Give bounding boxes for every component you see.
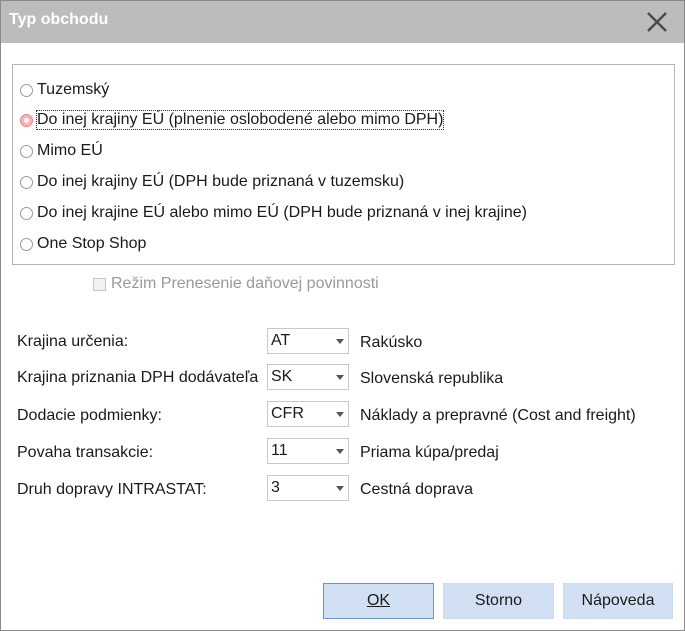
chevron-down-icon [336,449,344,454]
chevron-down-icon [336,339,344,344]
close-button[interactable] [642,7,672,37]
radio-button[interactable] [20,175,33,189]
transport-mode-name: Cestná doprava [360,481,473,498]
dialog-title: Typ obchodu [9,11,109,28]
select-value: CFR [271,405,304,422]
transaction-nature-name: Priama kúpa/predaj [360,444,499,461]
vat-country-select[interactable]: SK [267,364,349,390]
radio-eu-domestic-vat[interactable]: Do inej krajiny EÚ (DPH bude priznaná v … [20,171,404,193]
radio-other-country-vat[interactable]: Do inej krajine EÚ alebo mimo EÚ (DPH bu… [20,202,527,224]
transport-mode-select[interactable]: 3 [267,475,349,501]
delivery-terms-label: Dodacie podmienky: [17,407,162,424]
destination-country-name: Rakúsko [360,334,423,351]
transport-mode-label: Druh dopravy INTRASTAT: [17,481,207,498]
radio-one-stop-shop[interactable]: One Stop Shop [20,233,146,255]
chevron-down-icon [336,412,344,417]
ok-button-label: OK [366,592,391,609]
radio-label: Tuzemský [37,81,110,98]
radio-button[interactable] [20,206,33,220]
trade-type-group: Tuzemský Do inej krajiny EÚ (plnenie osl… [12,64,675,265]
destination-country-select[interactable]: AT [267,328,349,354]
radio-eu-exempt[interactable]: Do inej krajiny EÚ (plnenie oslobodené a… [20,109,445,131]
help-button-label: Nápoveda [581,592,655,609]
chevron-down-icon [336,375,344,380]
select-value: AT [271,332,291,349]
trade-type-dialog: Typ obchodu Tuzemský Do inej krajiny EÚ … [0,0,685,631]
radio-label: Do inej krajine EÚ alebo mimo EÚ (DPH bu… [37,204,527,221]
transaction-nature-label: Povaha transakcie: [17,444,154,461]
title-bar: Typ obchodu [1,1,684,43]
cancel-button[interactable]: Storno [443,583,554,619]
radio-domestic[interactable]: Tuzemský [20,79,109,101]
select-value: 11 [271,442,288,459]
reverse-charge-checkbox[interactable]: Režim Prenesenie daňovej povinnosti [93,275,379,293]
chevron-down-icon [336,486,344,491]
radio-label: Mimo EÚ [37,142,103,159]
radio-outside-eu[interactable]: Mimo EÚ [20,140,103,162]
radio-button-selected[interactable] [20,113,33,127]
radio-button[interactable] [20,144,33,158]
help-button[interactable]: Nápoveda [563,583,673,619]
vat-country-label: Krajina priznania DPH dodávateľa [17,369,259,386]
ok-button[interactable]: OK [323,583,434,619]
radio-button[interactable] [20,83,33,97]
destination-country-label: Krajina určenia: [17,333,129,350]
select-value: 3 [271,479,280,496]
transaction-nature-select[interactable]: 11 [267,438,349,464]
delivery-terms-select[interactable]: CFR [267,401,349,427]
checkbox-box[interactable] [93,277,106,291]
delivery-terms-name: Náklady a prepravné (Cost and freight) [360,407,636,424]
close-icon [647,12,667,32]
radio-button[interactable] [20,237,33,251]
radio-label: Do inej krajiny EÚ (plnenie oslobodené a… [35,110,445,130]
checkbox-label: Režim Prenesenie daňovej povinnosti [111,275,379,292]
vat-country-name: Slovenská republika [360,370,504,387]
radio-label: Do inej krajiny EÚ (DPH bude priznaná v … [37,173,405,190]
radio-label: One Stop Shop [37,235,147,252]
select-value: SK [271,368,293,385]
cancel-button-label: Storno [474,592,523,609]
